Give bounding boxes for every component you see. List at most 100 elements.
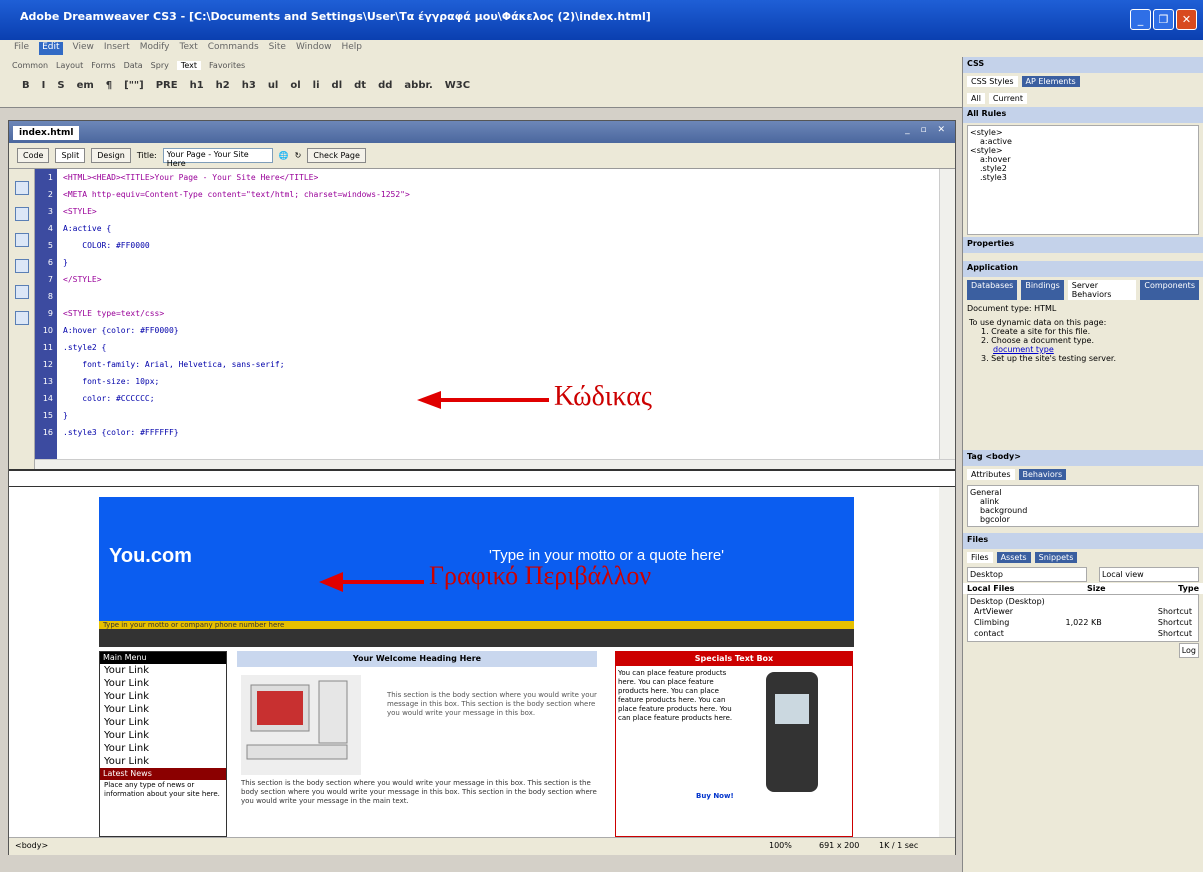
- document-window-controls[interactable]: _ ▫ ✕: [905, 125, 949, 135]
- root-folder[interactable]: Desktop (Desktop): [970, 597, 1196, 606]
- tab-ap-elements[interactable]: AP Elements: [1021, 76, 1080, 87]
- code-view-button[interactable]: Code: [17, 148, 50, 163]
- title-input[interactable]: Your Page - Your Site Here: [162, 148, 273, 168]
- h1-button[interactable]: h1: [190, 80, 204, 91]
- application-panel-header[interactable]: Application: [963, 261, 1203, 277]
- code-line[interactable]: }: [63, 254, 943, 271]
- tab-assets[interactable]: Assets: [996, 552, 1031, 563]
- rule-item[interactable]: a:hover: [970, 155, 1196, 164]
- em-button[interactable]: em: [77, 80, 94, 91]
- file-row[interactable]: Climbing 1,022 KB Shortcut: [970, 617, 1196, 628]
- line-numbers-icon[interactable]: [14, 259, 29, 273]
- strong-button[interactable]: S: [57, 80, 64, 91]
- file-row[interactable]: ArtViewer Shortcut: [970, 606, 1196, 617]
- tag-selector[interactable]: <body>: [15, 841, 48, 850]
- current-button[interactable]: Current: [988, 93, 1027, 104]
- w3c-button[interactable]: W3C: [445, 80, 470, 91]
- design-view[interactable]: You.com 'Type in your motto or a quote h…: [9, 487, 939, 837]
- all-button[interactable]: All: [967, 93, 985, 104]
- code-line[interactable]: font-size: 10px;: [63, 373, 943, 390]
- app-step[interactable]: 3. Set up the site's testing server.: [969, 354, 1197, 363]
- tab-text[interactable]: Text: [176, 61, 202, 70]
- code-editor[interactable]: <HTML><HEAD><TITLE>Your Page - Your Site…: [63, 169, 943, 459]
- nav-link[interactable]: Your Link: [100, 755, 226, 768]
- buy-now-link[interactable]: Buy Now!: [696, 792, 734, 800]
- doc-type-link[interactable]: document type: [969, 345, 1197, 354]
- menu-commands[interactable]: Commands: [208, 42, 259, 55]
- dd-button[interactable]: dd: [378, 80, 392, 91]
- refresh-icon[interactable]: ↻: [295, 151, 302, 160]
- split-view-button[interactable]: Split: [55, 148, 86, 163]
- code-line[interactable]: <STYLE>: [63, 203, 943, 220]
- code-view[interactable]: 1 2 3 4 5 6 7 8 9 10 11 12 13 14 15 16 <HTML><HEAD><TIT…: [9, 169, 955, 471]
- indent-icon[interactable]: [14, 311, 29, 325]
- code-line[interactable]: A:hover {color: #FF0000}: [63, 322, 943, 339]
- tab-favorites[interactable]: Favorites: [209, 61, 245, 70]
- rule-item[interactable]: <style>: [970, 128, 1196, 137]
- design-view-button[interactable]: Design: [91, 148, 131, 163]
- menu-window[interactable]: Window: [296, 42, 332, 55]
- menu-file[interactable]: File: [14, 42, 29, 55]
- ol-button[interactable]: ol: [290, 80, 300, 91]
- menu-modify[interactable]: Modify: [140, 42, 170, 55]
- tab-common[interactable]: Common: [12, 61, 48, 70]
- size-col[interactable]: Size: [1087, 584, 1106, 593]
- code-line[interactable]: <META http-equiv=Content-Type content="t…: [63, 186, 943, 203]
- log-button[interactable]: Log: [1178, 643, 1199, 658]
- preview-icon[interactable]: 🌐: [279, 151, 289, 160]
- attr-row[interactable]: background: [970, 506, 1196, 515]
- tab-layout[interactable]: Layout: [56, 61, 83, 70]
- type-col[interactable]: Type: [1178, 584, 1199, 593]
- minimize-icon[interactable]: _: [1130, 9, 1151, 30]
- tab-data[interactable]: Data: [124, 61, 143, 70]
- bold-button[interactable]: B: [22, 80, 30, 91]
- menu-help[interactable]: Help: [341, 42, 362, 55]
- nav-link[interactable]: Your Link: [100, 729, 226, 742]
- rule-item[interactable]: .style3: [970, 173, 1196, 182]
- menu-edit[interactable]: Edit: [39, 42, 63, 55]
- code-line[interactable]: COLOR: #FF0000: [63, 237, 943, 254]
- tab-css-styles[interactable]: CSS Styles: [967, 76, 1018, 87]
- tab-databases[interactable]: Databases: [967, 280, 1018, 300]
- menu-insert[interactable]: Insert: [104, 42, 130, 55]
- menu-view[interactable]: View: [73, 42, 94, 55]
- tab-bindings[interactable]: Bindings: [1021, 280, 1064, 300]
- file-row[interactable]: contact Shortcut: [970, 628, 1196, 639]
- app-step[interactable]: 2. Choose a document type.: [969, 336, 1197, 345]
- app-step[interactable]: 1. Create a site for this file.: [969, 327, 1197, 336]
- zoom-level[interactable]: 100%: [769, 841, 792, 850]
- pre-button[interactable]: PRE: [156, 80, 178, 91]
- attr-row[interactable]: bgcolor: [970, 515, 1196, 524]
- dl-button[interactable]: dl: [332, 80, 343, 91]
- tab-files[interactable]: Files: [967, 552, 993, 563]
- check-page-button[interactable]: Check Page: [307, 148, 366, 163]
- code-line[interactable]: </STYLE>: [63, 271, 943, 288]
- nav-link[interactable]: Your Link: [100, 716, 226, 729]
- nav-link[interactable]: Your Link: [100, 703, 226, 716]
- code-line[interactable]: <HTML><HEAD><TITLE>Your Page - Your Site…: [63, 169, 943, 186]
- design-scrollbar[interactable]: [939, 487, 955, 837]
- files-panel-header[interactable]: Files: [963, 533, 1203, 549]
- code-line[interactable]: .style3 {color: #FFFFFF}: [63, 424, 943, 441]
- code-line[interactable]: font-family: Arial, Helvetica, sans-seri…: [63, 356, 943, 373]
- li-button[interactable]: li: [313, 80, 320, 91]
- menu-site[interactable]: Site: [269, 42, 286, 55]
- code-line[interactable]: [63, 288, 943, 305]
- rule-item[interactable]: a:active: [970, 137, 1196, 146]
- site-select[interactable]: Desktop: [967, 567, 1087, 582]
- expand-icon[interactable]: [14, 233, 29, 247]
- tab-components[interactable]: Components: [1140, 280, 1199, 300]
- menu-text[interactable]: Text: [180, 42, 198, 55]
- tab-spry[interactable]: Spry: [151, 61, 169, 70]
- tab-snippets[interactable]: Snippets: [1034, 552, 1078, 563]
- h2-button[interactable]: h2: [216, 80, 230, 91]
- rule-item[interactable]: .style2: [970, 164, 1196, 173]
- code-line[interactable]: A:active {: [63, 220, 943, 237]
- code-line[interactable]: <STYLE type=text/css>: [63, 305, 943, 322]
- ul-button[interactable]: ul: [268, 80, 279, 91]
- tab-forms[interactable]: Forms: [91, 61, 115, 70]
- tab-attributes[interactable]: Attributes: [967, 469, 1015, 480]
- attr-row[interactable]: alink: [970, 497, 1196, 506]
- document-tab[interactable]: index.html: [13, 126, 80, 140]
- nav-link[interactable]: Your Link: [100, 677, 226, 690]
